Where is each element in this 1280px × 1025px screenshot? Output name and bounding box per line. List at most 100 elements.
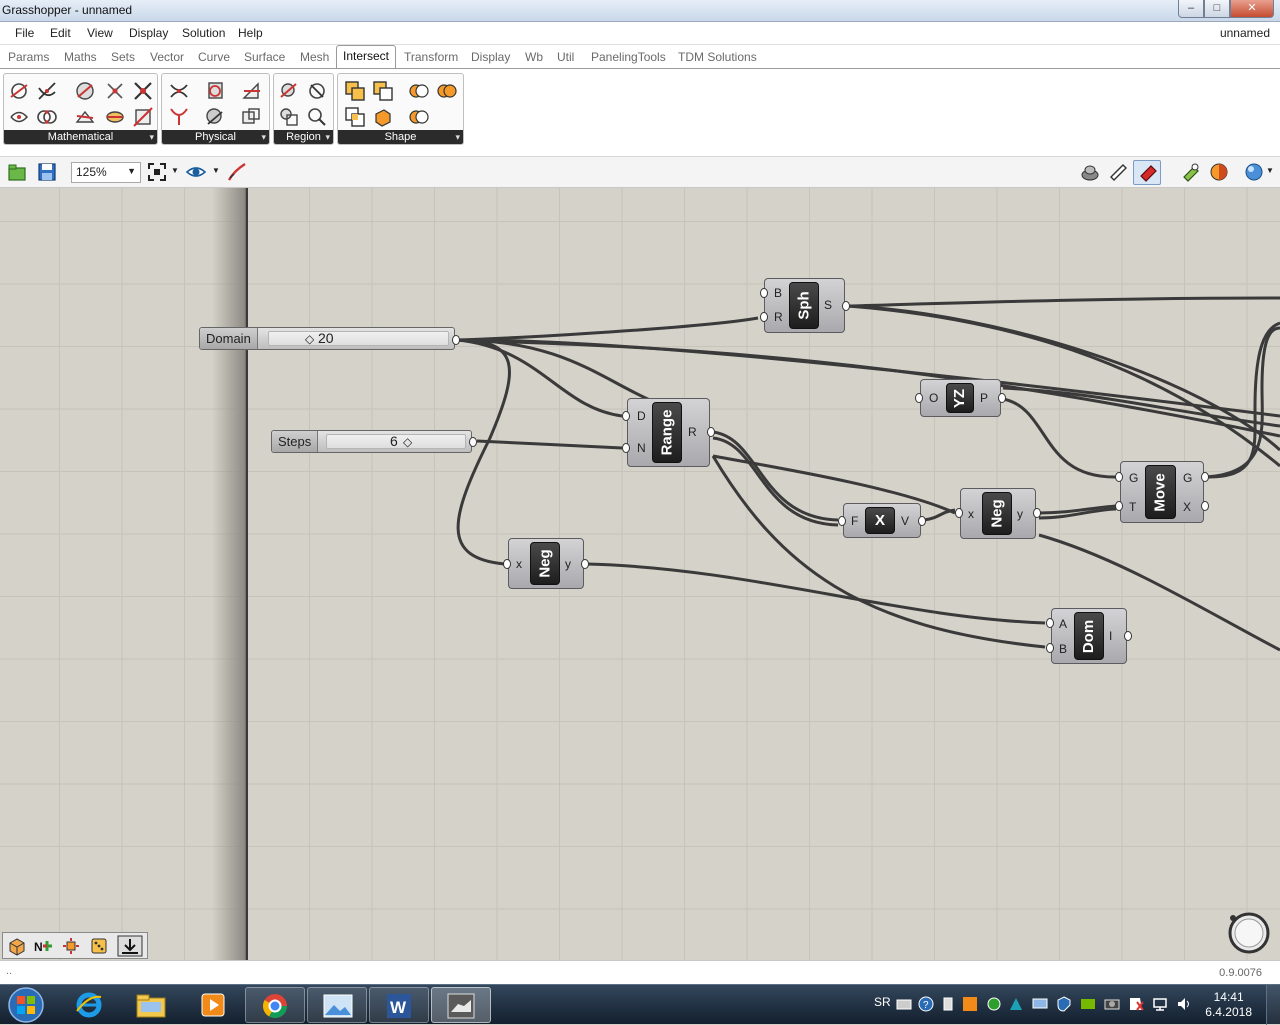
intersect-icon[interactable] bbox=[132, 106, 154, 128]
region-intersection-icon[interactable] bbox=[436, 80, 458, 102]
tab-util[interactable]: Util bbox=[557, 50, 574, 64]
region-icon[interactable] bbox=[306, 106, 328, 128]
intersect-icon[interactable] bbox=[168, 80, 190, 102]
output-grip[interactable] bbox=[842, 301, 850, 311]
port-v[interactable]: V bbox=[901, 514, 909, 528]
output-grip[interactable] bbox=[707, 427, 715, 437]
compass-dial-icon[interactable] bbox=[1227, 910, 1271, 954]
port-p[interactable]: P bbox=[980, 391, 988, 405]
boolean-intersection-icon[interactable] bbox=[344, 106, 366, 128]
zoom-extents-icon[interactable] bbox=[146, 161, 168, 183]
input-grip[interactable] bbox=[622, 443, 630, 453]
port-r[interactable]: R bbox=[688, 425, 697, 439]
preview-icon[interactable] bbox=[1079, 161, 1101, 183]
component-range[interactable]: D N Range R bbox=[627, 398, 710, 467]
taskbar-media-player[interactable] bbox=[183, 987, 243, 1023]
output-grip[interactable] bbox=[452, 335, 460, 345]
region-icon[interactable] bbox=[278, 106, 300, 128]
tray-app-icon[interactable] bbox=[962, 996, 978, 1012]
chevron-down-icon[interactable]: ▼ bbox=[1266, 166, 1274, 175]
intersect-icon[interactable] bbox=[204, 106, 226, 128]
node-insert-icon[interactable]: N bbox=[33, 936, 53, 956]
tab-display[interactable]: Display bbox=[471, 50, 510, 64]
menu-edit[interactable]: Edit bbox=[50, 26, 71, 40]
chevron-down-icon[interactable]: ▾ bbox=[149, 130, 154, 144]
sphere-preview-icon[interactable] bbox=[1243, 161, 1265, 183]
port-o[interactable]: O bbox=[929, 391, 938, 405]
shaded-preview-toggle[interactable] bbox=[1133, 160, 1161, 185]
menu-help[interactable]: Help bbox=[238, 26, 263, 40]
zoom-select[interactable]: 125% ▼ bbox=[71, 162, 141, 183]
port-x[interactable]: x bbox=[516, 557, 522, 571]
language-indicator[interactable]: SR bbox=[874, 995, 891, 1009]
component-move[interactable]: G T Move G X bbox=[1120, 461, 1204, 523]
slider-track[interactable] bbox=[268, 331, 449, 346]
port-y[interactable]: y bbox=[1017, 507, 1023, 521]
intersect-icon[interactable] bbox=[8, 106, 30, 128]
action-center-icon[interactable] bbox=[1128, 996, 1144, 1012]
input-grip[interactable] bbox=[1115, 472, 1123, 482]
wireframe-icon[interactable] bbox=[1107, 161, 1129, 183]
intersect-icon[interactable] bbox=[204, 80, 226, 102]
component-sph[interactable]: B R Sph S bbox=[764, 278, 845, 333]
input-grip[interactable] bbox=[760, 288, 768, 298]
tab-vector[interactable]: Vector bbox=[150, 50, 184, 64]
help-icon[interactable]: ? bbox=[918, 996, 934, 1012]
slider-handle-icon[interactable]: ◇ bbox=[305, 332, 314, 346]
port-f[interactable]: F bbox=[851, 514, 858, 528]
output-grip[interactable] bbox=[1124, 631, 1132, 641]
tab-curve[interactable]: Curve bbox=[198, 50, 230, 64]
tab-params[interactable]: Params bbox=[8, 50, 49, 64]
output-grip[interactable] bbox=[1033, 508, 1041, 518]
input-grip[interactable] bbox=[1046, 643, 1054, 653]
chevron-down-icon[interactable]: ▼ bbox=[212, 166, 220, 175]
sync-icon[interactable] bbox=[986, 996, 1002, 1012]
close-button[interactable]: ✕ bbox=[1230, 0, 1274, 18]
intersect-icon[interactable] bbox=[74, 106, 96, 128]
taskbar-explorer[interactable] bbox=[121, 987, 181, 1023]
bake-icon[interactable] bbox=[1180, 161, 1202, 183]
system-clock[interactable]: 14:41 6.4.2018 bbox=[1205, 990, 1252, 1020]
start-button-icon[interactable] bbox=[6, 986, 46, 1024]
group-label-shape[interactable]: Shape bbox=[338, 130, 463, 144]
intersect-icon[interactable] bbox=[36, 80, 58, 102]
explode-icon[interactable] bbox=[61, 936, 81, 956]
port-g[interactable]: G bbox=[1183, 471, 1192, 485]
component-x-vector[interactable]: F X V bbox=[843, 503, 921, 538]
tab-wb[interactable]: Wb bbox=[525, 50, 543, 64]
chevron-down-icon[interactable]: ▾ bbox=[325, 130, 330, 144]
boolean-difference-icon[interactable] bbox=[372, 80, 394, 102]
intersect-icon[interactable] bbox=[104, 106, 126, 128]
volume-icon[interactable] bbox=[1176, 996, 1192, 1012]
port-s[interactable]: S bbox=[824, 298, 832, 312]
minimize-button[interactable]: – bbox=[1178, 0, 1204, 18]
shield-icon[interactable] bbox=[1056, 996, 1072, 1012]
tab-sets[interactable]: Sets bbox=[111, 50, 135, 64]
eye-icon[interactable] bbox=[185, 161, 207, 183]
chevron-down-icon[interactable]: ▾ bbox=[455, 130, 460, 144]
input-grip[interactable] bbox=[1046, 618, 1054, 628]
component-neg[interactable]: x Neg y bbox=[960, 488, 1036, 539]
port-b[interactable]: B bbox=[1059, 642, 1067, 656]
maximize-button[interactable]: □ bbox=[1204, 0, 1230, 18]
intersect-icon[interactable] bbox=[168, 106, 190, 128]
port-x[interactable]: X bbox=[1183, 500, 1191, 514]
menu-display[interactable]: Display bbox=[129, 26, 168, 40]
output-grip[interactable] bbox=[918, 516, 926, 526]
group-label-physical[interactable]: Physical bbox=[162, 130, 269, 144]
domain-slider[interactable]: Domain ◇ 20 bbox=[199, 327, 455, 350]
region-difference-icon[interactable] bbox=[408, 106, 430, 128]
slider-handle-icon[interactable]: ◇ bbox=[403, 435, 412, 449]
cube-icon[interactable] bbox=[7, 936, 27, 956]
intersect-icon[interactable] bbox=[36, 106, 58, 128]
intersect-icon[interactable] bbox=[240, 106, 262, 128]
boolean-union-icon[interactable] bbox=[344, 80, 366, 102]
port-a[interactable]: A bbox=[1059, 617, 1067, 631]
port-i[interactable]: I bbox=[1109, 629, 1112, 643]
tab-maths[interactable]: Maths bbox=[64, 50, 97, 64]
output-grip[interactable] bbox=[581, 559, 589, 569]
group-label-region[interactable]: Region bbox=[274, 130, 333, 144]
port-g[interactable]: G bbox=[1129, 471, 1138, 485]
output-grip[interactable] bbox=[1201, 472, 1209, 482]
show-desktop-button[interactable] bbox=[1266, 985, 1280, 1025]
